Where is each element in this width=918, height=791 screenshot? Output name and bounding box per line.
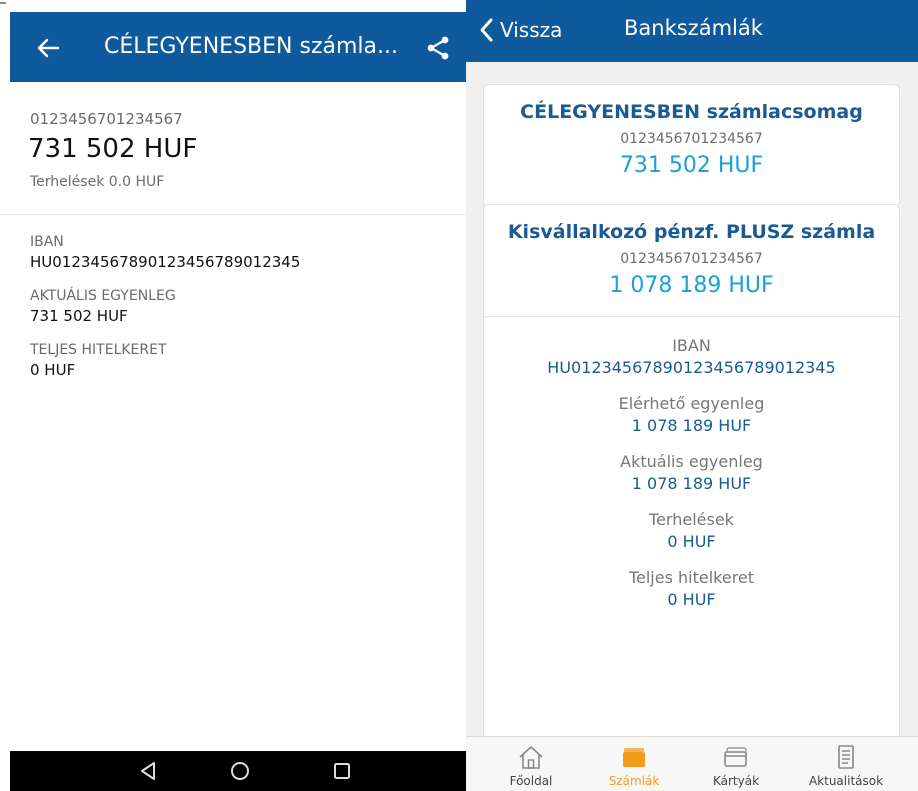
detail-label: IBAN — [672, 336, 711, 355]
nav-back-triangle-icon[interactable] — [137, 759, 161, 783]
account-balance: 1 078 189 HUF — [609, 273, 774, 298]
detail-label: Aktuális egyenleg — [620, 452, 763, 471]
account-details: IBAN HU0123456789012345678901234​5 AKTUÁ… — [30, 232, 450, 394]
tab-label: Főoldal — [509, 774, 553, 788]
charges-text: Terhelések 0.0 HUF — [30, 174, 165, 190]
detail-label: IBAN — [30, 234, 64, 250]
account-name: CÉLEGYENESBEN számlacsomag — [520, 101, 863, 123]
tab-news[interactable]: Aktualitások — [796, 743, 896, 788]
android-screen: CÉLEGYENESBEN számla... 0123456701234567… — [0, 0, 466, 791]
share-icon[interactable] — [424, 34, 452, 62]
back-label: Vissza — [500, 18, 563, 42]
account-card-expanded[interactable]: Kisvállalkozó pénzf. PLUSZ számla 012345… — [483, 204, 900, 744]
account-details: IBAN HU0123456789012345678901234​5 Elérh… — [484, 335, 899, 611]
android-navigation-bar — [10, 751, 466, 791]
account-number: 0123456701234567 — [620, 131, 763, 147]
detail-value: 1 078 189 HUF — [631, 416, 752, 435]
detail-value: 731 502 HUF — [30, 307, 128, 325]
page-title: CÉLEGYENESBEN számla... — [104, 34, 398, 59]
detail-label: Elérhető egyenleg — [618, 394, 765, 413]
account-balance: 731 502 HUF — [619, 153, 764, 178]
ios-screen: Vissza Bankszámlák CÉLEGYENESBEN számlac… — [466, 0, 918, 791]
tab-label: Aktualitások — [808, 774, 884, 788]
nav-home-circle-icon[interactable] — [228, 759, 252, 783]
tab-accounts[interactable]: Számlák — [584, 743, 684, 788]
detail-value: 0 HUF — [30, 361, 76, 379]
detail-label: TELJES HITELKERET — [30, 342, 167, 358]
account-balance: 731 502 HUF — [28, 134, 198, 164]
detail-label: Teljes hitelkeret — [628, 568, 755, 587]
card-icon — [724, 747, 747, 767]
account-number: 0123456701234567 — [620, 251, 763, 267]
home-icon — [519, 746, 543, 769]
detail-value: 0 HUF — [667, 590, 716, 609]
status-mark — [0, 2, 6, 4]
wallet-icon — [623, 748, 645, 767]
news-icon — [838, 745, 854, 769]
detail-label: AKTUÁLIS EGYENLEG — [30, 288, 176, 304]
android-app-bar: CÉLEGYENESBEN számla... — [10, 12, 466, 82]
tab-home[interactable]: Főoldal — [481, 743, 581, 788]
tab-label: Kártyák — [712, 774, 760, 788]
detail-value: HU0123456789012345678901234​5 — [30, 253, 301, 271]
detail-value: HU0123456789012345678901234​5 — [547, 358, 836, 377]
back-arrow-icon[interactable] — [34, 34, 62, 62]
page-title: Bankszámlák — [624, 16, 763, 40]
nav-recents-square-icon[interactable] — [330, 759, 354, 783]
detail-value: 1 078 189 HUF — [631, 474, 752, 493]
chevron-left-icon — [480, 18, 493, 42]
back-button[interactable]: Vissza — [478, 15, 562, 45]
ios-navigation-bar: Vissza Bankszámlák — [466, 0, 918, 62]
detail-label: Terhelések — [649, 510, 734, 529]
tab-label: Számlák — [608, 774, 660, 788]
detail-row: AKTUÁLIS EGYENLEG 731 502 HUF — [30, 286, 450, 326]
account-summary: 0123456701234567 731 502 HUF Terhelések … — [0, 82, 466, 215]
account-name: Kisvállalkozó pénzf. PLUSZ számla — [507, 221, 876, 243]
detail-row: IBAN HU0123456789012345678901234​5 — [30, 232, 450, 272]
account-card[interactable]: CÉLEGYENESBEN számlacsomag 0123456701234… — [483, 84, 900, 208]
tab-bar: Főoldal Számlák Kártyák Aktualitások — [466, 736, 918, 791]
detail-row: TELJES HITELKERET 0 HUF — [30, 340, 450, 380]
divider — [484, 316, 899, 317]
tab-cards[interactable]: Kártyák — [686, 743, 786, 788]
account-number: 0123456701234567 — [30, 110, 183, 128]
detail-value: 0 HUF — [667, 532, 716, 551]
